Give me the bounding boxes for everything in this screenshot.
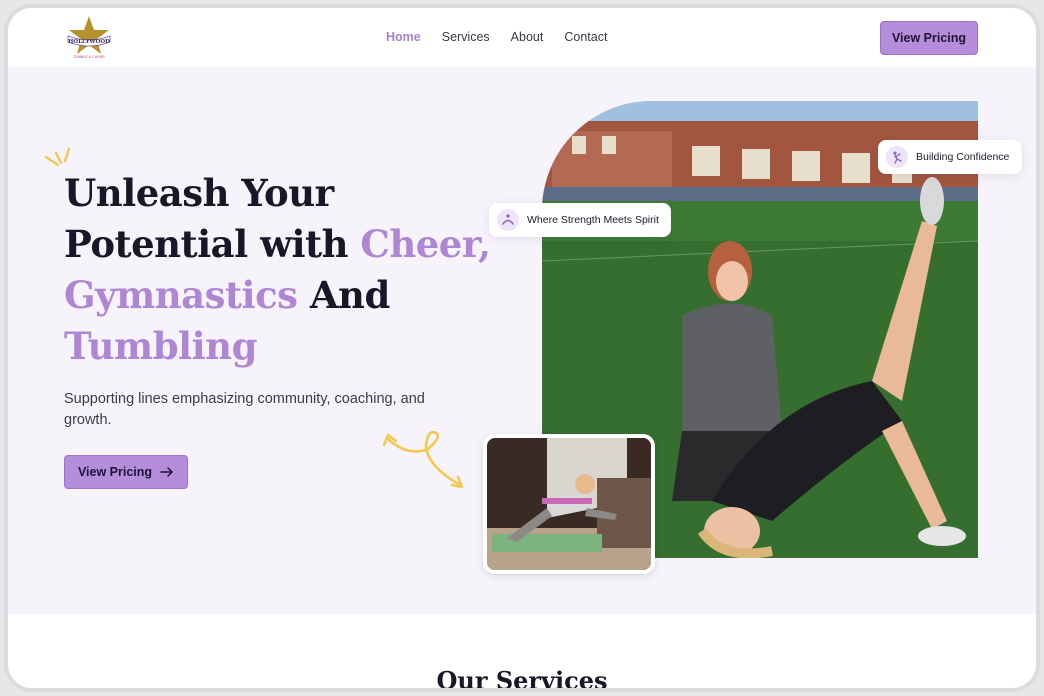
logo[interactable]: HOLLYWOOD TUMBLE & CHEER bbox=[64, 14, 114, 62]
services-title: Our Services bbox=[436, 666, 608, 692]
svg-text:TUMBLE & CHEER: TUMBLE & CHEER bbox=[73, 55, 105, 59]
arrow-right-icon bbox=[160, 467, 173, 477]
badge-building-confidence: Building Confidence bbox=[878, 140, 1022, 174]
hero-inset-photo bbox=[483, 434, 655, 574]
decorative-squiggle-arrow-icon bbox=[382, 430, 464, 489]
hero-cta-label: View Pricing bbox=[77, 465, 153, 479]
nav-contact[interactable]: Contact bbox=[564, 30, 607, 44]
hero-view-pricing-button[interactable]: View Pricing bbox=[64, 455, 188, 489]
header-view-pricing-button[interactable]: View Pricing bbox=[880, 21, 978, 55]
badge-strength-meets-spirit: Where Strength Meets Spirit bbox=[489, 203, 671, 237]
hero-headline: Unleash Your Potential with Cheer, Gymna… bbox=[64, 168, 494, 372]
headline-line1: Unleash Your bbox=[64, 171, 334, 215]
gymnast-icon bbox=[497, 209, 519, 231]
hero-section: Unleash Your Potential with Cheer, Gymna… bbox=[8, 67, 1036, 614]
headline-accent-gymnastics: Gymnastics bbox=[64, 273, 298, 317]
nav-services[interactable]: Services bbox=[442, 30, 490, 44]
browser-frame: HOLLYWOOD TUMBLE & CHEER Home Services A… bbox=[4, 4, 1040, 692]
badge-confidence-label: Building Confidence bbox=[916, 151, 1010, 163]
hero-subtext: Supporting lines emphasizing community, … bbox=[64, 391, 425, 428]
site-header: HOLLYWOOD TUMBLE & CHEER Home Services A… bbox=[8, 8, 1036, 67]
headline-line3b: And bbox=[297, 273, 391, 317]
svg-text:HOLLYWOOD: HOLLYWOOD bbox=[68, 39, 110, 45]
cheer-icon bbox=[886, 146, 908, 168]
headline-line2a: Potential with bbox=[64, 222, 361, 266]
badge-strength-label: Where Strength Meets Spirit bbox=[527, 214, 659, 226]
headline-accent-tumbling: Tumbling bbox=[64, 324, 257, 368]
nav-home[interactable]: Home bbox=[386, 30, 421, 44]
headline-accent-cheer: Cheer, bbox=[360, 222, 491, 266]
nav-about[interactable]: About bbox=[511, 30, 544, 44]
main-nav: Home Services About Contact bbox=[386, 30, 607, 44]
services-title-underline bbox=[484, 688, 574, 692]
